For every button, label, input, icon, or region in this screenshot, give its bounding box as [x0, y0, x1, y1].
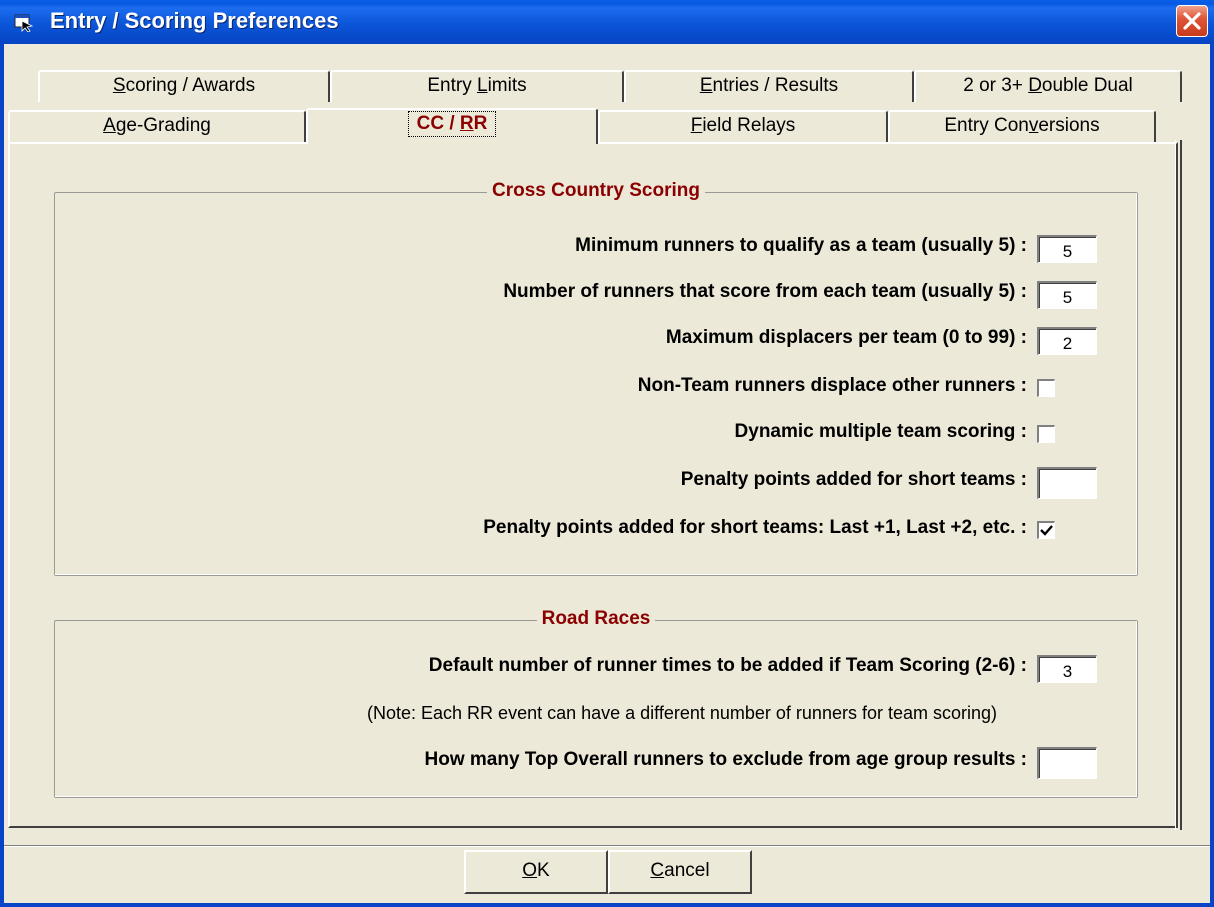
tab-cc-rr[interactable]: CC / RR	[306, 108, 598, 144]
tab-double-dual[interactable]: 2 or 3+ Double Dual	[914, 70, 1182, 102]
checkmark-icon	[1040, 525, 1053, 536]
tab-entry-conversions[interactable]: Entry Conversions	[888, 110, 1156, 142]
tab-label: 2 or 3+	[963, 75, 1029, 96]
max-displacers-input[interactable]: 2	[1037, 327, 1097, 355]
ok-accesskey: O	[522, 860, 538, 881]
scoring-runners-label: Number of runners that score from each t…	[503, 281, 1027, 302]
default-times-label: Default number of runner times to be add…	[428, 655, 1027, 676]
tab-label: CC /	[416, 113, 460, 134]
tab-age-grading[interactable]: Age-Grading	[8, 110, 306, 142]
penalty-points-label: Penalty points added for short teams :	[680, 469, 1027, 490]
road-races-note: (Note: Each RR event can have a differen…	[367, 703, 997, 723]
tab-label-active: CC / RR	[407, 111, 497, 137]
tab-label-accesskey: A	[103, 115, 116, 136]
cancel-button[interactable]: Cancel	[608, 850, 752, 894]
close-button[interactable]	[1176, 5, 1208, 37]
tab-label: ouble Dual	[1041, 75, 1133, 96]
min-runners-label: Minimum runners to qualify as a team (us…	[575, 235, 1027, 256]
tab-label: ersions	[1038, 115, 1100, 136]
group-title-text: Road Races	[536, 608, 656, 629]
penalty-points-input[interactable]	[1037, 467, 1097, 499]
ok-button[interactable]: OK	[464, 850, 608, 894]
cross-country-title: Cross Country Scoring	[55, 180, 1137, 202]
tab-label-accesskey: S	[112, 75, 126, 96]
scoring-runners-input[interactable]: 5	[1037, 281, 1097, 309]
max-displacers-label: Maximum displacers per team (0 to 99) :	[665, 327, 1027, 348]
close-icon	[1183, 12, 1201, 30]
cross-country-group: Cross Country Scoring Minimum runners to…	[54, 180, 1138, 576]
tab-label-accesskey: v	[1028, 115, 1039, 136]
penalty-last-label: Penalty points added for short teams: La…	[483, 517, 1027, 538]
window-border-right	[1210, 44, 1214, 907]
tab-label-accesskey: L	[476, 75, 488, 96]
exclude-top-input[interactable]	[1037, 747, 1097, 779]
exclude-top-label: How many Top Overall runners to exclude …	[424, 749, 1028, 770]
group-title-text: Cross Country Scoring	[487, 180, 705, 201]
tab-label: coring / Awards	[125, 75, 256, 96]
window-icon	[14, 12, 34, 33]
cancel-accesskey: C	[650, 860, 665, 881]
window-border-bottom	[0, 903, 1214, 907]
dynamic-scoring-label: Dynamic multiple team scoring :	[734, 421, 1027, 442]
penalty-last-checkbox[interactable]	[1037, 521, 1055, 539]
tab-label-accesskey: F	[690, 115, 703, 136]
tab-label: ge-Grading	[115, 115, 211, 136]
tab-label: ntries / Results	[712, 75, 839, 96]
tab-label: R	[473, 113, 488, 134]
cancel-label: ancel	[664, 860, 710, 881]
default-times-input[interactable]: 3	[1037, 655, 1097, 683]
tab-label-accesskey: R	[459, 113, 474, 134]
tab-field-relays[interactable]: Field Relays	[598, 110, 888, 142]
tab-scoring-awards[interactable]: Scoring / Awards	[38, 70, 330, 102]
window-border-left	[0, 44, 4, 907]
tab-label-accesskey: E	[699, 75, 713, 96]
road-races-group: Road Races Default number of runner time…	[54, 608, 1138, 798]
non-team-label: Non-Team runners displace other runners …	[637, 375, 1027, 396]
tab-page-cc-rr: Cross Country Scoring Minimum runners to…	[8, 140, 1182, 830]
ok-label: K	[537, 860, 550, 881]
bottom-separator	[4, 845, 1210, 847]
tab-label: imits	[487, 75, 527, 96]
tab-entries-results[interactable]: Entries / Results	[624, 70, 914, 102]
road-races-title: Road Races	[55, 608, 1137, 630]
min-runners-input[interactable]: 5	[1037, 235, 1097, 263]
title-bar: Entry / Scoring Preferences	[0, 0, 1214, 44]
tab-label-accesskey: D	[1028, 75, 1042, 96]
non-team-checkbox[interactable]	[1037, 379, 1055, 397]
tab-label: ield Relays	[702, 115, 796, 136]
tab-entry-limits[interactable]: Entry Limits	[330, 70, 624, 102]
dynamic-scoring-checkbox[interactable]	[1037, 425, 1055, 443]
tab-label: Entry	[427, 75, 477, 96]
window-title: Entry / Scoring Preferences	[50, 8, 339, 33]
tab-label: Entry Con	[944, 115, 1029, 136]
